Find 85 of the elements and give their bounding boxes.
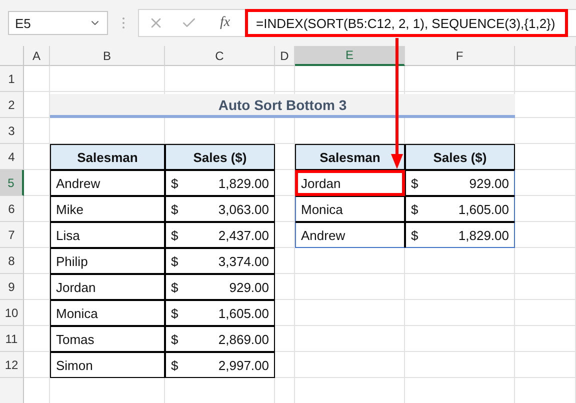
row-heading[interactable]: 2 <box>0 92 24 118</box>
amount-value: 1,829.00 <box>218 176 269 190</box>
column-header: Sales ($) <box>405 144 515 170</box>
table-cell: Monica <box>295 196 405 222</box>
amount-value: 2,997.00 <box>218 358 269 372</box>
worksheet-cell[interactable] <box>295 274 405 300</box>
table-cell: Monica <box>50 300 165 326</box>
row-heading[interactable] <box>0 378 24 403</box>
column-header: Salesman <box>50 144 165 170</box>
amount-value: 929.00 <box>229 280 269 294</box>
table-cell: Simon <box>50 352 165 378</box>
currency-sign: $ <box>171 202 178 216</box>
formula-field[interactable]: =INDEX(SORT(B5:C12, 2, 1), SEQUENCE(3),{1,2}) <box>245 9 568 37</box>
table-cell: Lisa <box>50 222 165 248</box>
row-heading[interactable]: 4 <box>0 144 24 170</box>
row-heading[interactable]: 8 <box>0 248 24 274</box>
amount-value: 2,437.00 <box>218 228 269 242</box>
worksheet-cell[interactable] <box>515 326 576 352</box>
row-heading[interactable]: 1 <box>0 66 24 92</box>
table-cell: Jordan <box>295 170 405 196</box>
table-cell: Andrew <box>50 170 165 196</box>
worksheet-cell[interactable] <box>24 66 50 92</box>
row-heading[interactable]: 7 <box>0 222 24 248</box>
table-cell: Tomas <box>50 326 165 352</box>
amount-value: 929.00 <box>469 176 509 190</box>
worksheet-cell[interactable] <box>405 274 515 300</box>
row-heading[interactable]: 5 <box>0 170 24 196</box>
worksheet-cell[interactable] <box>405 66 515 92</box>
worksheet-cell[interactable] <box>295 300 405 326</box>
currency-sign: $ <box>411 228 418 242</box>
row-heading[interactable]: 11 <box>0 326 24 352</box>
amount-value: 3,374.00 <box>218 254 269 268</box>
worksheet-cell[interactable] <box>515 66 576 92</box>
worksheet-cell[interactable] <box>515 274 576 300</box>
column-header: Salesman <box>295 144 405 170</box>
amount-value: 1,829.00 <box>458 228 509 242</box>
currency-sign: $ <box>171 332 178 346</box>
table-cell: Philip <box>50 248 165 274</box>
worksheet-cell[interactable] <box>295 326 405 352</box>
select-all-corner[interactable] <box>0 46 24 66</box>
column-header: Sales ($) <box>165 144 275 170</box>
currency-sign: $ <box>171 254 178 268</box>
column-heading[interactable]: F <box>405 46 515 66</box>
worksheet-cell[interactable] <box>405 300 515 326</box>
name-box[interactable]: E5 <box>8 11 108 35</box>
amount-value: 2,869.00 <box>218 332 269 346</box>
currency-sign: $ <box>171 280 178 294</box>
worksheet-cell[interactable] <box>515 118 576 144</box>
row-heading[interactable]: 6 <box>0 196 24 222</box>
sheet-title: Auto Sort Bottom 3 <box>50 94 515 118</box>
table-cell: Jordan <box>50 274 165 300</box>
row-heading[interactable]: 10 <box>0 300 24 326</box>
column-heading[interactable]: E <box>295 46 405 66</box>
currency-sign: $ <box>171 358 178 372</box>
worksheet-cell[interactable] <box>515 352 576 378</box>
amount-value: 1,605.00 <box>458 202 509 216</box>
column-heading[interactable]: A <box>24 46 50 66</box>
row-heading[interactable]: 3 <box>0 118 24 144</box>
amount-value: 3,063.00 <box>218 202 269 216</box>
table-cell: Andrew <box>295 222 405 248</box>
currency-sign: $ <box>171 306 178 320</box>
worksheet-cell[interactable] <box>24 118 50 144</box>
currency-sign: $ <box>411 202 418 216</box>
column-heading[interactable]: C <box>165 46 275 66</box>
row-heading[interactable]: 9 <box>0 274 24 300</box>
worksheet-cell[interactable] <box>515 248 576 274</box>
worksheet-cell[interactable] <box>295 352 405 378</box>
currency-sign: $ <box>171 176 178 190</box>
worksheet-cell[interactable] <box>295 66 405 92</box>
grip-icon <box>122 17 124 29</box>
worksheet-cell[interactable] <box>515 300 576 326</box>
column-heading[interactable]: B <box>50 46 165 66</box>
worksheet-cell[interactable] <box>275 66 295 92</box>
table-cell: Mike <box>50 196 165 222</box>
insert-function-button[interactable]: fx <box>205 15 245 31</box>
worksheet-cell[interactable] <box>405 352 515 378</box>
worksheet-cell[interactable] <box>405 326 515 352</box>
column-heading[interactable] <box>515 46 576 66</box>
worksheet-cell[interactable] <box>165 66 275 92</box>
currency-sign: $ <box>171 228 178 242</box>
amount-value: 1,605.00 <box>218 306 269 320</box>
worksheet-cell[interactable] <box>50 66 165 92</box>
currency-sign: $ <box>411 176 418 190</box>
column-heading[interactable]: D <box>275 46 295 66</box>
row-heading[interactable]: 12 <box>0 352 24 378</box>
